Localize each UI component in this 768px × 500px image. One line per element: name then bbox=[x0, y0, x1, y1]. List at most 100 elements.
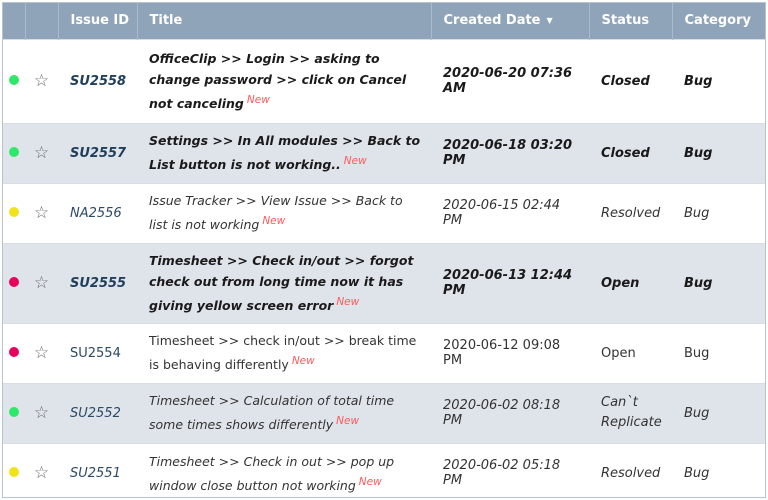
new-badge: New bbox=[291, 355, 315, 368]
issue-table: Issue ID Title Created Date ▼ Status Cate… bbox=[3, 3, 765, 497]
created-date-cell: 2020-06-02 05:18 PM bbox=[431, 442, 589, 497]
status-dot-icon bbox=[9, 406, 19, 417]
header-category[interactable]: Category bbox=[672, 3, 765, 39]
header-dot bbox=[3, 3, 26, 39]
issue-title-link[interactable]: Settings >> In All modules >> Back to Li… bbox=[149, 133, 420, 172]
caret-down-icon[interactable]: ▼ bbox=[547, 16, 553, 25]
table-row[interactable]: ☆ SU2555 Timesheet >> Check in/out >> fo… bbox=[3, 242, 765, 323]
status-dot-cell bbox=[3, 122, 25, 183]
issue-id-cell: SU2552 bbox=[58, 382, 137, 443]
table-row[interactable]: ☆ SU2552 Timesheet >> Calculation of tot… bbox=[3, 382, 765, 443]
star-icon[interactable]: ☆ bbox=[34, 463, 49, 483]
issue-id-cell: SU2555 bbox=[58, 242, 137, 323]
issue-id-link[interactable]: NA2556 bbox=[70, 206, 122, 221]
created-date-cell: 2020-06-02 08:18 PM bbox=[431, 382, 589, 443]
issue-id-cell: SU2551 bbox=[58, 442, 137, 497]
star-icon[interactable]: ☆ bbox=[34, 343, 49, 363]
star-icon[interactable]: ☆ bbox=[34, 203, 49, 223]
table-row[interactable]: ☆ SU2557 Settings >> In All modules >> B… bbox=[3, 122, 765, 183]
issue-title-link[interactable]: Timesheet >> check in/out >> break time … bbox=[149, 333, 416, 372]
header-status[interactable]: Status bbox=[589, 3, 673, 39]
star-icon[interactable]: ☆ bbox=[34, 143, 49, 163]
star-cell: ☆ bbox=[25, 382, 58, 443]
title-cell: OfficeClip >> Login >> asking to change … bbox=[137, 38, 431, 123]
status-dot-cell bbox=[3, 38, 25, 123]
status-cell: Open bbox=[589, 322, 672, 383]
issue-id-cell: SU2554 bbox=[58, 322, 137, 383]
category-cell: Bug bbox=[672, 382, 765, 443]
star-cell: ☆ bbox=[25, 322, 58, 383]
status-dot-icon bbox=[9, 346, 19, 357]
issue-id-cell: SU2558 bbox=[58, 38, 137, 123]
issue-title-link[interactable]: Timesheet >> Check in out >> pop up wind… bbox=[149, 454, 394, 493]
new-badge: New bbox=[246, 93, 270, 106]
table-row[interactable]: ☆ SU2554 Timesheet >> check in/out >> br… bbox=[3, 322, 765, 383]
status-dot-icon bbox=[9, 74, 19, 85]
status-dot-cell bbox=[3, 242, 25, 323]
header-issue-id[interactable]: Issue ID bbox=[58, 3, 138, 39]
status-dot-cell bbox=[3, 442, 25, 497]
issue-id-link[interactable]: SU2558 bbox=[70, 74, 126, 89]
status-dot-icon bbox=[9, 146, 19, 157]
status-cell: Closed bbox=[589, 122, 672, 183]
star-cell: ☆ bbox=[25, 442, 58, 497]
star-cell: ☆ bbox=[25, 182, 58, 243]
category-cell: Bug bbox=[672, 182, 765, 243]
table-row[interactable]: ☆ SU2558 OfficeClip >> Login >> asking t… bbox=[3, 38, 765, 123]
issue-id-link[interactable]: SU2551 bbox=[70, 466, 121, 481]
created-date-cell: 2020-06-20 07:36 AM bbox=[431, 38, 589, 123]
status-cell: Resolved bbox=[589, 442, 672, 497]
created-date-cell: 2020-06-15 02:44 PM bbox=[431, 182, 589, 243]
issue-title-link[interactable]: Timesheet >> Check in/out >> forgot chec… bbox=[149, 253, 413, 313]
status-dot-icon bbox=[9, 276, 19, 287]
issue-id-link[interactable]: SU2557 bbox=[70, 146, 126, 161]
star-cell: ☆ bbox=[25, 122, 58, 183]
header-created-date-label: Created Date bbox=[443, 13, 541, 29]
new-badge: New bbox=[343, 155, 367, 168]
star-icon[interactable]: ☆ bbox=[34, 273, 49, 293]
issue-id-link[interactable]: SU2552 bbox=[70, 406, 121, 421]
header-title[interactable]: Title bbox=[137, 3, 432, 39]
star-icon[interactable]: ☆ bbox=[34, 71, 49, 91]
header-row: Issue ID Title Created Date ▼ Status Cate… bbox=[3, 3, 765, 39]
status-dot-cell bbox=[3, 182, 25, 243]
issue-id-cell: SU2557 bbox=[58, 122, 137, 183]
new-badge: New bbox=[336, 295, 360, 308]
star-icon[interactable]: ☆ bbox=[34, 403, 49, 423]
status-cell: Closed bbox=[589, 38, 672, 123]
new-badge: New bbox=[336, 415, 360, 428]
category-cell: Bug bbox=[672, 122, 765, 183]
issue-id-cell: NA2556 bbox=[58, 182, 137, 243]
created-date-cell: 2020-06-13 12:44 PM bbox=[431, 242, 589, 323]
new-badge: New bbox=[262, 215, 286, 228]
created-date-cell: 2020-06-12 09:08 PM bbox=[431, 322, 589, 383]
issue-id-link[interactable]: SU2555 bbox=[70, 276, 126, 291]
title-cell: Timesheet >> Check in/out >> forgot chec… bbox=[137, 242, 431, 323]
header-created-date[interactable]: Created Date ▼ bbox=[431, 3, 590, 39]
status-dot-cell bbox=[3, 322, 25, 383]
title-cell: Settings >> In All modules >> Back to Li… bbox=[137, 122, 431, 183]
header-category-label: Category bbox=[684, 13, 751, 29]
header-star bbox=[25, 3, 59, 39]
title-cell: Issue Tracker >> View Issue >> Back to l… bbox=[137, 182, 431, 243]
status-cell: Resolved bbox=[589, 182, 672, 243]
table-row[interactable]: ☆ SU2551 Timesheet >> Check in out >> po… bbox=[3, 442, 765, 497]
category-cell: Bug bbox=[672, 322, 765, 383]
issue-id-link[interactable]: SU2554 bbox=[70, 346, 121, 361]
issue-grid: Issue ID Title Created Date ▼ Status Cate… bbox=[2, 2, 766, 498]
category-cell: Bug bbox=[672, 242, 765, 323]
status-cell: Can`t Replicate bbox=[589, 382, 672, 443]
star-cell: ☆ bbox=[25, 242, 58, 323]
table-row[interactable]: ☆ NA2556 Issue Tracker >> View Issue >> … bbox=[3, 182, 765, 243]
header-title-label: Title bbox=[149, 13, 183, 29]
header-issue-id-label: Issue ID bbox=[70, 13, 130, 29]
issue-title-link[interactable]: OfficeClip >> Login >> asking to change … bbox=[149, 51, 406, 111]
category-cell: Bug bbox=[672, 38, 765, 123]
title-cell: Timesheet >> Check in out >> pop up wind… bbox=[137, 442, 431, 497]
status-cell: Open bbox=[589, 242, 672, 323]
status-dot-icon bbox=[9, 206, 19, 217]
title-cell: Timesheet >> Calculation of total time s… bbox=[137, 382, 431, 443]
created-date-cell: 2020-06-18 03:20 PM bbox=[431, 122, 589, 183]
status-dot-icon bbox=[9, 466, 19, 477]
header-status-label: Status bbox=[601, 13, 650, 29]
